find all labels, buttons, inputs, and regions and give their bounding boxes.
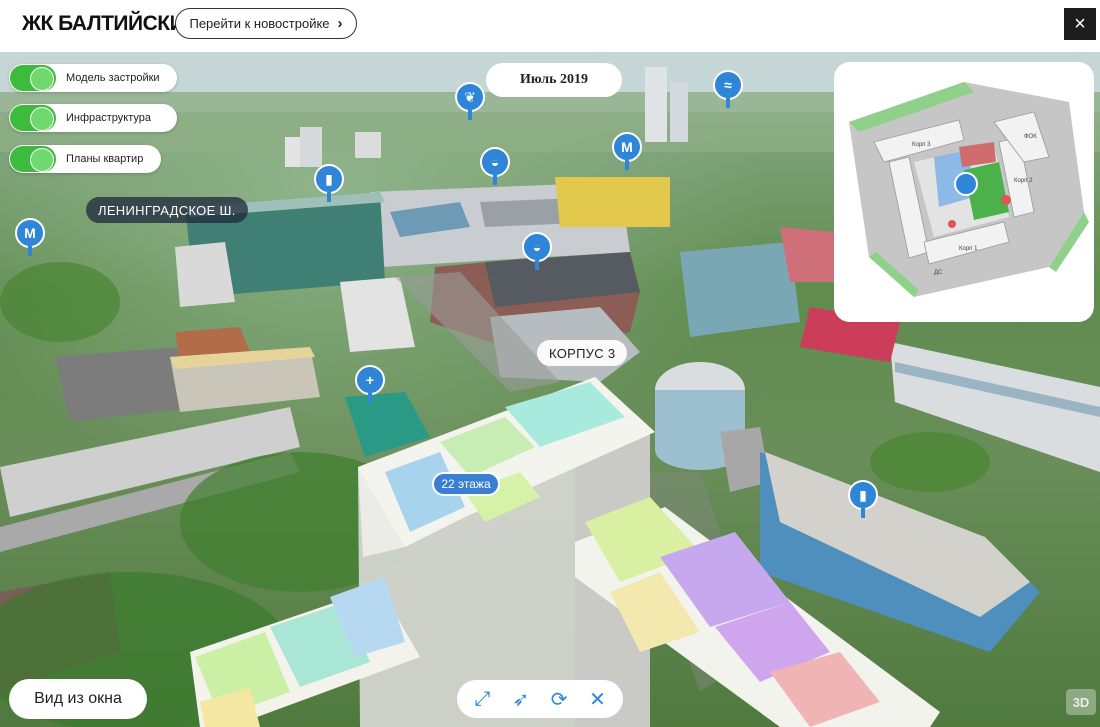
- shop-pin[interactable]: ◒: [522, 232, 552, 270]
- toggle-infrastructure[interactable]: Инфраструктура: [9, 104, 177, 132]
- toggle-floor-plans[interactable]: Планы квартир: [9, 145, 161, 173]
- header: ЖК БАЛТИЙСКИЙ Перейти к новостройке › ×: [0, 0, 1100, 52]
- office-pin[interactable]: ▮: [314, 164, 344, 202]
- toggle-switch[interactable]: [10, 105, 56, 131]
- plus-icon: +: [355, 365, 385, 395]
- toggle-label: Инфраструктура: [66, 112, 152, 124]
- leaf-icon: ❦: [455, 82, 485, 112]
- metro-icon: M: [612, 132, 642, 162]
- metro-pin[interactable]: M: [612, 132, 642, 170]
- date-selector[interactable]: Июль 2019: [486, 63, 622, 97]
- water-icon: ≈: [713, 70, 743, 100]
- korp2-label: Корп 2: [1014, 178, 1033, 184]
- toggle-switch[interactable]: [10, 146, 56, 172]
- metro-pin[interactable]: M: [15, 218, 45, 256]
- close-button[interactable]: ×: [1064, 8, 1096, 40]
- fok-label: ФОК: [1024, 134, 1037, 140]
- site-minimap[interactable]: Корп 3 Корп 1 ДС Корп 2 ФОК: [834, 62, 1094, 322]
- basket-icon: ◒: [522, 232, 552, 262]
- shop-pin[interactable]: ◒: [480, 147, 510, 185]
- floor-count-badge[interactable]: 22 этажа: [432, 472, 500, 496]
- ds-label: ДС: [934, 270, 943, 276]
- office-pin[interactable]: ▮: [848, 480, 878, 518]
- toggle-label: Планы квартир: [66, 153, 144, 165]
- window-view-button[interactable]: Вид из окна: [9, 679, 147, 719]
- toggle-label: Модель застройки: [66, 72, 160, 84]
- site-plan: Корп 3 Корп 1 ДС Корп 2 ФОК: [834, 62, 1094, 322]
- logo: ЖК БАЛТИЙСКИЙ: [22, 12, 199, 35]
- korp1-label: Корп 1: [959, 246, 978, 252]
- korp3-label: Корп 3: [912, 142, 931, 148]
- building-label[interactable]: КОРПУС 3: [537, 340, 628, 366]
- metro-icon: M: [15, 218, 45, 248]
- close-icon: ×: [1074, 12, 1086, 35]
- street-label: ЛЕНИНГРАДСКОЕ Ш.: [86, 197, 248, 223]
- chevron-right-icon: ›: [337, 15, 343, 32]
- view-toolbar: ⤢ ➶ ⟳ ✕: [457, 680, 623, 718]
- building-icon: ▮: [848, 480, 878, 510]
- water-pin[interactable]: ≈: [713, 70, 743, 108]
- clinic-pin[interactable]: +: [355, 365, 385, 403]
- close-icon[interactable]: ✕: [585, 687, 611, 712]
- aerial-scene[interactable]: Модель застройки Инфраструктура Планы кв…: [0, 52, 1100, 727]
- toggle-switch[interactable]: [10, 65, 56, 91]
- park-pin[interactable]: ❦: [455, 82, 485, 120]
- goto-button-label: Перейти к новостройке: [189, 16, 330, 31]
- rotate-icon[interactable]: ⟳: [546, 687, 572, 712]
- toggle-building-model[interactable]: Модель застройки: [9, 64, 177, 92]
- basket-icon: ◒: [480, 147, 510, 177]
- goto-building-button[interactable]: Перейти к новостройке ›: [175, 8, 357, 39]
- fullscreen-icon[interactable]: ⤢: [469, 688, 495, 711]
- navigation-icon[interactable]: ➶: [508, 687, 534, 712]
- building-icon: ▮: [314, 164, 344, 194]
- 3d-badge: 3D: [1066, 689, 1096, 715]
